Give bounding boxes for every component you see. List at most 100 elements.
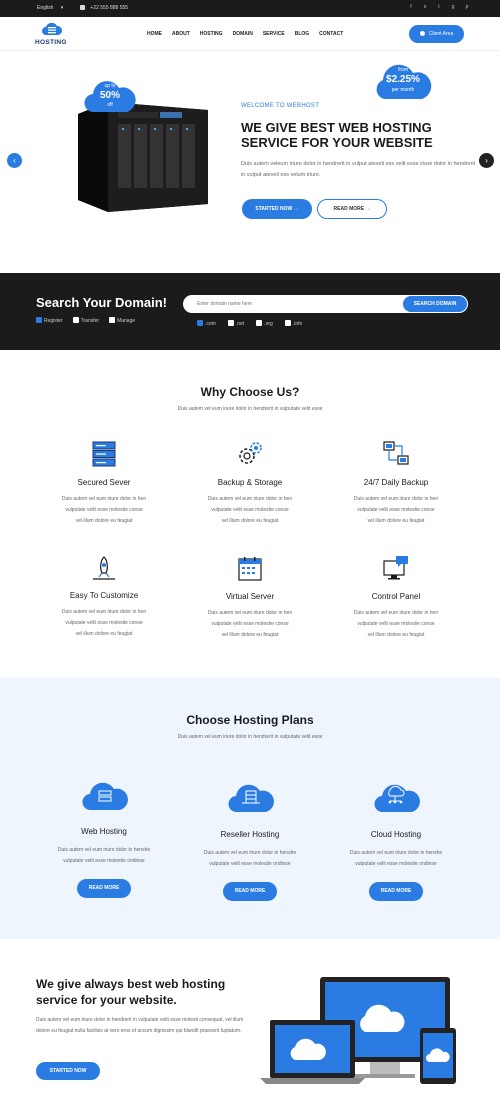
plan-title: Reseller Hosting bbox=[220, 830, 280, 839]
badge-percent: 50% bbox=[99, 90, 120, 101]
feature-desc-line: vel illum dolore eu feugiat bbox=[221, 632, 279, 638]
read-more-label: READ MORE bbox=[333, 206, 365, 212]
top-bar: English ▾ +22 555 888 555 f s t g p bbox=[0, 0, 500, 17]
feature-desc-line: vel illum dolore eu feugiat bbox=[367, 518, 425, 524]
user-icon bbox=[419, 31, 425, 36]
pinterest-icon[interactable]: p bbox=[464, 4, 470, 11]
cloud-nodes-icon bbox=[374, 784, 420, 813]
feature-description: Duis autem vel eum iriure dolor in hen v… bbox=[190, 494, 310, 527]
plans-title: Choose Hosting Plans bbox=[186, 713, 314, 727]
feature-desc-line: vulputate velit esse molestie conse bbox=[357, 621, 435, 627]
feature-description: Duis autem vel eum iriure dolor in hen v… bbox=[190, 608, 310, 641]
hero-title: WE GIVE BEST WEB HOSTING SERVICE FOR YOU… bbox=[241, 120, 433, 150]
domain-search-bar: SEARCH DOMAIN bbox=[183, 295, 468, 313]
calendar-icon bbox=[238, 557, 262, 581]
badge-line3: off bbox=[107, 102, 113, 108]
google-plus-icon[interactable]: g bbox=[450, 4, 456, 11]
feature-desc-line: Duis autem vel eum iriure dolor in hen bbox=[207, 496, 293, 502]
nav-contact[interactable]: CONTACT bbox=[319, 31, 343, 37]
search-domain-button[interactable]: SEARCH DOMAIN bbox=[403, 296, 467, 312]
feature-desc-line: vel illum dolore eu feugiat bbox=[75, 518, 133, 524]
option-transfer[interactable]: Transfer bbox=[72, 317, 100, 324]
option-manage[interactable]: Manage bbox=[109, 317, 135, 324]
feature-desc-line: vel illum dolore eu feugiat bbox=[75, 631, 133, 637]
feature-title: Control Panel bbox=[371, 592, 421, 601]
tld-org[interactable]: .org bbox=[256, 320, 273, 327]
plan-desc-line: vulputate velit esse molestie ondinse bbox=[209, 861, 291, 867]
plan-desc-line: Duis autem vel eum iriure dolor in hensh… bbox=[203, 850, 297, 856]
cloud-server-icon bbox=[82, 782, 128, 811]
search-options: Register Transfer Manage bbox=[36, 317, 135, 324]
feature-desc-line: vel illum dolore eu feugiat bbox=[367, 632, 425, 638]
logo-text: HOSTING bbox=[35, 39, 67, 46]
option-transfer-label: Transfer bbox=[80, 318, 100, 324]
nav-service[interactable]: SERVICE bbox=[263, 31, 285, 37]
plan-read-more-button[interactable]: READ MORE bbox=[77, 879, 131, 898]
slider-next-button[interactable]: › bbox=[479, 153, 494, 168]
why-subtitle: Duis autem vel eum iriure dolor in hendr… bbox=[177, 406, 323, 412]
checkbox-checked-icon bbox=[36, 317, 42, 323]
feature-desc-line: vulputate velit esse molestie conse bbox=[65, 507, 143, 513]
nav-home[interactable]: HOME bbox=[147, 31, 162, 37]
checkbox-icon bbox=[256, 320, 263, 326]
feature-desc-line: vulputate velit esse molestie conse bbox=[65, 620, 143, 626]
price-line3: per month bbox=[391, 87, 415, 93]
tld-com-label: .com bbox=[205, 321, 216, 327]
option-register-label: Register bbox=[44, 318, 63, 324]
phone-number: +22 555 888 555 bbox=[90, 5, 129, 11]
started-now-button[interactable]: STARTED NOW → bbox=[242, 199, 312, 219]
nav-blog[interactable]: BLOG bbox=[295, 31, 309, 37]
price-value: $2.25% bbox=[386, 74, 420, 85]
rocket-icon bbox=[93, 556, 115, 580]
checkbox-checked-icon bbox=[197, 320, 203, 326]
gear-icon bbox=[239, 442, 262, 464]
plan-read-more-button[interactable]: READ MORE bbox=[369, 882, 423, 901]
arrow-right-icon: → bbox=[293, 206, 299, 212]
feature-title: Backup & Storage bbox=[217, 478, 283, 487]
server-icon bbox=[92, 441, 116, 467]
tld-org-label: .org bbox=[264, 321, 273, 327]
arrow-right-icon: → bbox=[365, 206, 371, 212]
badge-line1: up to bbox=[104, 83, 116, 89]
social-links: f s t g p bbox=[408, 4, 470, 11]
plans-subtitle: Duis autem vel eum iriure dolor in hendr… bbox=[177, 734, 323, 740]
tld-net[interactable]: .net bbox=[227, 320, 244, 327]
tld-info[interactable]: .info bbox=[284, 320, 302, 327]
phone-info: +22 555 888 555 bbox=[80, 5, 128, 11]
option-register[interactable]: Register bbox=[36, 317, 63, 324]
skype-icon[interactable]: s bbox=[422, 4, 428, 11]
logo[interactable]: HOSTING bbox=[35, 22, 71, 48]
cta-started-now-button[interactable]: STARTED NOW bbox=[36, 1062, 100, 1080]
slider-prev-button[interactable]: ‹ bbox=[7, 153, 22, 168]
feature-desc-line: vulputate velit esse molestie conse bbox=[211, 507, 289, 513]
tld-com[interactable]: .com bbox=[197, 320, 216, 327]
twitter-icon[interactable]: t bbox=[436, 4, 442, 11]
nav-domain[interactable]: DOMAIN bbox=[233, 31, 253, 37]
plan-description: Duis autem vel eum iriure dolor in hensh… bbox=[185, 848, 315, 870]
plan-read-more-button[interactable]: READ MORE bbox=[223, 882, 277, 901]
nav-hosting[interactable]: HOSTING bbox=[200, 31, 223, 37]
site-header: HOSTING HOME ABOUT HOSTING DOMAIN SERVIC… bbox=[0, 17, 500, 51]
why-title: Why Choose Us? bbox=[200, 385, 300, 399]
checkbox-icon bbox=[72, 317, 79, 323]
phone-icon bbox=[80, 5, 85, 10]
price-badge: from $2.25% per month bbox=[373, 59, 433, 101]
feature-description: Duis autem vel eum iriure dolor in hen v… bbox=[44, 494, 164, 527]
facebook-icon[interactable]: f bbox=[408, 4, 414, 11]
plan-description: Duis autem vel eum iriure dolor in hensh… bbox=[331, 848, 461, 870]
hero-kicker: WELCOME TO WEBHOST bbox=[241, 103, 320, 109]
server-image bbox=[78, 102, 208, 212]
domain-search-input[interactable] bbox=[197, 299, 397, 309]
feature-desc-line: Duis autem vel eum iriure dolor in hen bbox=[61, 496, 147, 502]
feature-title: Easy To Customize bbox=[69, 591, 139, 600]
domain-search-section: Search Your Domain! Register Transfer Ma… bbox=[0, 273, 500, 350]
language-selector[interactable]: English ▾ bbox=[37, 5, 63, 11]
feature-desc-line: Duis autem vel eum iriure dolor in hen bbox=[207, 610, 293, 616]
plan-desc-line: Duis autem vel eum iriure dolor in hensh… bbox=[57, 847, 151, 853]
feature-description: Duis autem vel eum iriure dolor in hen v… bbox=[44, 607, 164, 640]
main-nav: HOME ABOUT HOSTING DOMAIN SERVICE BLOG C… bbox=[147, 31, 343, 37]
client-area-button[interactable]: Client Area bbox=[409, 25, 464, 43]
plan-description: Duis autem vel eum iriure dolor in hensh… bbox=[39, 845, 169, 867]
nav-about[interactable]: ABOUT bbox=[172, 31, 190, 37]
read-more-button[interactable]: READ MORE → bbox=[317, 199, 387, 219]
